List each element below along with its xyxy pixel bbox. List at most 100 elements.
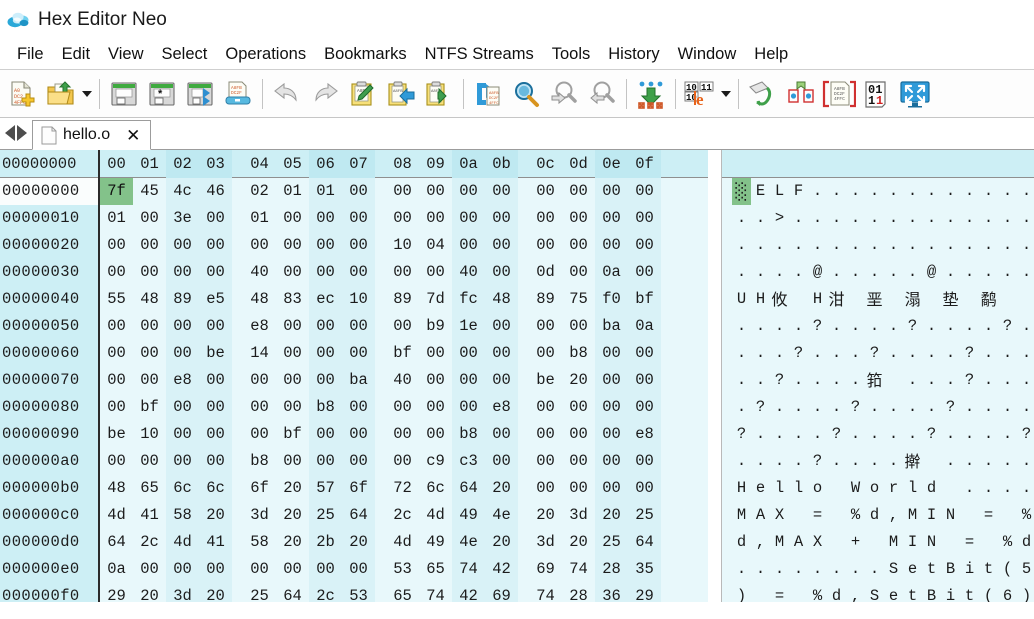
hex-byte-cell[interactable]: 00 [386, 313, 419, 340]
ascii-cell[interactable]: d [1017, 529, 1034, 556]
ascii-cell[interactable]: . [1017, 259, 1034, 286]
hex-byte-cell[interactable]: 7d [419, 286, 452, 313]
save-icon[interactable] [105, 74, 143, 114]
hex-byte-cell[interactable]: 10 [342, 286, 375, 313]
ascii-cell[interactable]: . [865, 259, 884, 286]
ascii-cell[interactable]: . [960, 313, 979, 340]
hex-byte-cell[interactable]: 35 [628, 556, 661, 583]
hex-byte-cell[interactable]: 69 [529, 556, 562, 583]
hex-row[interactable]: 4d 41 58 20 3d 20 25 64 2c 4d 49 4e 20 3d 20 25 [100, 502, 708, 529]
ascii-cell[interactable]: ? [827, 421, 846, 448]
ascii-cell[interactable]: . [922, 205, 941, 232]
ascii-cell[interactable] [884, 286, 903, 313]
hex-byte-cell[interactable]: 3d [166, 583, 199, 602]
hex-byte-cell[interactable]: 64 [276, 583, 309, 602]
ascii-cell[interactable]: . [846, 367, 865, 394]
hex-byte-cell[interactable]: 48 [133, 286, 166, 313]
hex-byte-cell[interactable]: 69 [485, 583, 518, 602]
ascii-cell[interactable]: . [941, 259, 960, 286]
prev-tab-arrow-icon[interactable] [5, 125, 15, 141]
ascii-cell[interactable]: 攸 [770, 286, 789, 313]
ascii-cell[interactable]: . [846, 259, 865, 286]
ascii-cell[interactable]: . [979, 475, 998, 502]
hex-byte-cell[interactable]: 20 [485, 475, 518, 502]
ascii-cell[interactable]: . [789, 205, 808, 232]
ascii-cell[interactable]: . [960, 448, 979, 475]
hex-byte-cell[interactable]: ba [342, 367, 375, 394]
hex-byte-cell[interactable]: 00 [452, 394, 485, 421]
hex-byte-cell[interactable]: 36 [595, 583, 628, 602]
hex-byte-cell[interactable]: 42 [485, 556, 518, 583]
hex-byte-cell[interactable]: 29 [100, 583, 133, 602]
ascii-cell[interactable] [827, 502, 846, 529]
ascii-cell[interactable]: . [998, 475, 1017, 502]
ascii-cell[interactable]: . [732, 313, 751, 340]
ascii-cell[interactable] [941, 529, 960, 556]
hex-byte-cell[interactable]: 00 [309, 313, 342, 340]
hex-byte-cell[interactable]: 4d [100, 502, 133, 529]
hex-byte-cell[interactable]: bf [276, 421, 309, 448]
ascii-cell[interactable]: d [732, 529, 751, 556]
hex-byte-cell[interactable]: 20 [562, 529, 595, 556]
hex-byte-cell[interactable]: 00 [628, 205, 661, 232]
ascii-cell[interactable]: . [998, 340, 1017, 367]
hex-byte-cell[interactable]: 00 [100, 313, 133, 340]
ascii-cell[interactable]: . [1017, 232, 1034, 259]
ascii-cell[interactable]: . [827, 232, 846, 259]
redo-icon[interactable] [306, 74, 344, 114]
ascii-cell[interactable]: . [998, 394, 1017, 421]
ascii-cell[interactable]: 溻 [903, 286, 922, 313]
ascii-cell[interactable]: S [865, 583, 884, 602]
hex-byte-cell[interactable]: e8 [485, 394, 518, 421]
hex-byte-cell[interactable]: 00 [595, 475, 628, 502]
ascii-row[interactable]: Hello World .... [722, 475, 1034, 502]
menu-window[interactable]: Window [669, 43, 746, 66]
hex-byte-cell[interactable]: 89 [529, 286, 562, 313]
hex-byte-cell[interactable]: 2c [386, 502, 419, 529]
ascii-cell[interactable]: . [770, 232, 789, 259]
hex-byte-cell[interactable]: 20 [562, 367, 595, 394]
ascii-cell[interactable]: . [903, 367, 922, 394]
ascii-cell[interactable]: . [732, 394, 751, 421]
hex-byte-cell[interactable]: 00 [386, 394, 419, 421]
ascii-cell[interactable]: . [922, 340, 941, 367]
ascii-cell[interactable]: l [770, 475, 789, 502]
hex-byte-cell[interactable]: 00 [199, 421, 232, 448]
ascii-cell[interactable]: . [751, 448, 770, 475]
close-icon[interactable]: ✕ [124, 127, 142, 144]
ascii-cell[interactable]: . [789, 259, 808, 286]
ascii-cell[interactable]: . [1017, 448, 1034, 475]
ascii-cell[interactable]: . [865, 556, 884, 583]
ascii-cell[interactable]: . [884, 421, 903, 448]
ascii-cell[interactable]: d [922, 475, 941, 502]
ascii-cell[interactable] [865, 529, 884, 556]
ascii-cell[interactable]: ? [865, 340, 884, 367]
ascii-cell[interactable]: H [732, 475, 751, 502]
fill-pattern-icon[interactable] [744, 74, 782, 114]
ascii-cell[interactable]: . [865, 394, 884, 421]
hex-byte-cell[interactable]: 3d [243, 502, 276, 529]
hex-row[interactable]: 00 bf 00 00 00 00 b8 00 00 00 00 e8 00 00 00 00 [100, 394, 708, 421]
ascii-cell[interactable]: X [808, 529, 827, 556]
ascii-cell[interactable] [827, 529, 846, 556]
ascii-cell[interactable]: . [827, 367, 846, 394]
hex-byte-cell[interactable]: 00 [199, 394, 232, 421]
hex-byte-cell[interactable]: 02 [243, 178, 276, 205]
ascii-cell[interactable]: d [827, 583, 846, 602]
find-icon[interactable] [507, 74, 545, 114]
hex-byte-cell[interactable]: 00 [342, 340, 375, 367]
hex-byte-cell[interactable]: 00 [419, 421, 452, 448]
ascii-cell[interactable]: 泔 [827, 286, 846, 313]
hex-byte-cell[interactable]: ec [309, 286, 342, 313]
hex-row[interactable]: 29 20 3d 20 25 64 2c 53 65 74 42 69 74 28 36 29 [100, 583, 708, 602]
hex-byte-cell[interactable]: 45 [133, 178, 166, 205]
hex-row[interactable]: 00 00 00 00 00 00 00 00 10 04 00 00 00 00 00 00 [100, 232, 708, 259]
ascii-cell[interactable]: . [751, 421, 770, 448]
hex-byte-cell[interactable]: 6c [166, 475, 199, 502]
hex-row[interactable]: 00 00 00 00 b8 00 00 00 00 c9 c3 00 00 00 00 00 [100, 448, 708, 475]
hex-byte-cell[interactable]: 20 [342, 529, 375, 556]
ascii-cell[interactable]: A [751, 502, 770, 529]
hex-byte-cell[interactable]: 10 [133, 421, 166, 448]
hex-byte-cell[interactable]: 00 [199, 448, 232, 475]
save-all-icon[interactable] [181, 74, 219, 114]
